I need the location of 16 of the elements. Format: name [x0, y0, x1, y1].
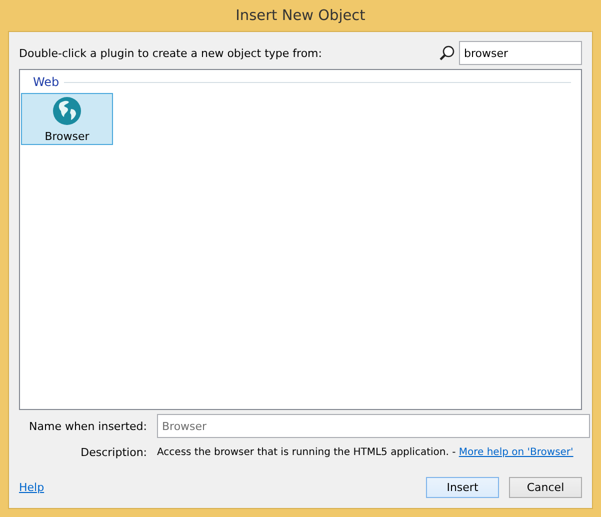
instruction-text: Double-click a plugin to create a new object type from:: [19, 46, 322, 60]
field-label: Name when inserted:: [28, 420, 147, 432]
field-label: Description:: [80, 446, 147, 459]
search-icon: [439, 45, 455, 61]
description-text: Access the browser that is running the HTML5 application. - More help on 'Browser': [157, 447, 574, 458]
plugin-tile[interactable]: Browser: [21, 93, 113, 145]
name-field[interactable]: Browser: [157, 414, 590, 438]
group-label: Web: [33, 75, 60, 89]
help-link[interactable]: Help: [19, 481, 44, 494]
dialog-button[interactable]: Insert: [426, 477, 499, 498]
globe-icon: [52, 96, 82, 126]
plugin-label: Browser: [44, 130, 90, 143]
search-field[interactable]: browser: [459, 41, 582, 65]
dialog-button[interactable]: Cancel: [509, 477, 582, 498]
window-title: Insert New Object: [236, 8, 366, 24]
help-link[interactable]: More help on 'Browser': [458, 447, 574, 458]
